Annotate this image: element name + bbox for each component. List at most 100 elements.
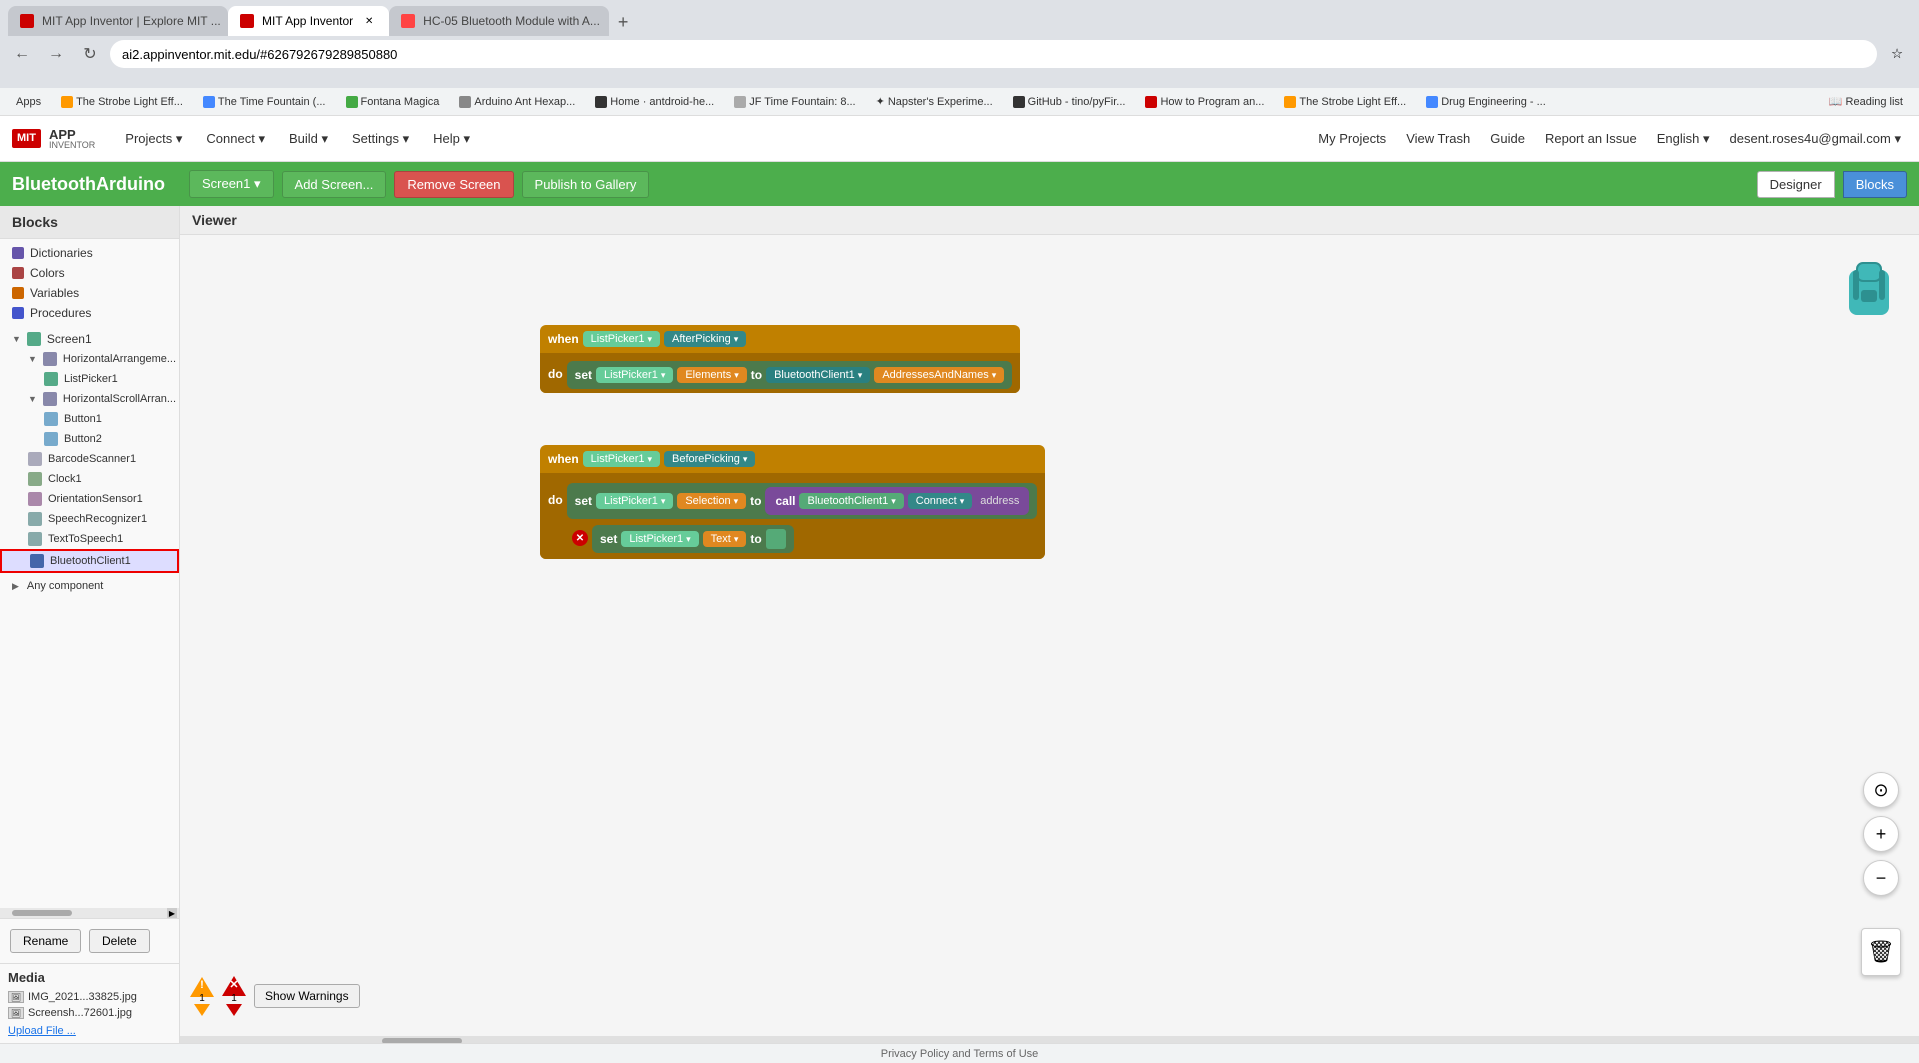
guide-link[interactable]: Guide: [1484, 129, 1531, 148]
call-connect-block[interactable]: call BluetoothClient1 ▾ Connect ▾: [765, 487, 1029, 515]
rename-button[interactable]: Rename: [10, 929, 81, 953]
bookmark-4[interactable]: Arduino Ant Hexap...: [451, 94, 583, 110]
designer-button[interactable]: Designer: [1757, 171, 1835, 198]
bookmark-apps[interactable]: Apps: [8, 94, 49, 110]
sidebar-item-listpicker1[interactable]: ListPicker1: [0, 369, 179, 389]
listpicker1-pill-3[interactable]: ListPicker1 ▾: [583, 451, 660, 467]
forward-button[interactable]: →: [42, 40, 70, 68]
elements-pill[interactable]: Elements ▾: [677, 367, 746, 383]
language-selector[interactable]: English ▾: [1651, 129, 1716, 149]
sidebar-item-procedures[interactable]: Procedures: [0, 303, 179, 323]
tab-3[interactable]: HC-05 Bluetooth Module with A... ✕: [389, 6, 609, 36]
nav-build[interactable]: Build ▾: [279, 127, 338, 151]
user-menu[interactable]: desent.roses4u@gmail.com ▾: [1724, 129, 1907, 149]
listpicker1-pill-1[interactable]: ListPicker1 ▾: [583, 331, 660, 347]
tab-1[interactable]: MIT App Inventor | Explore MIT ... ✕: [8, 6, 228, 36]
listpicker1-pill-5[interactable]: ListPicker1 ▾: [621, 531, 698, 547]
bookmark-7[interactable]: ✦ Napster's Experime...: [868, 93, 1001, 110]
sidebar-item-bluetooth[interactable]: BluetoothClient1: [0, 549, 179, 573]
canvas-scrollbar-thumb[interactable]: [382, 1038, 462, 1043]
block-afterpicking-container[interactable]: when ListPicker1 ▾ AfterPicking ▾ do: [540, 325, 1020, 393]
sidebar-item-tts[interactable]: TextToSpeech1: [0, 529, 179, 549]
addresses-pill[interactable]: AddressesAndNames ▾: [874, 367, 1004, 383]
nav-projects[interactable]: Projects ▾: [115, 127, 192, 151]
selection-pill[interactable]: Selection ▾: [677, 493, 746, 509]
remove-screen-button[interactable]: Remove Screen: [394, 171, 513, 198]
afterpicking-pill[interactable]: AfterPicking ▾: [664, 331, 746, 347]
sidebar-item-any-component[interactable]: ▶ Any component: [0, 577, 179, 595]
sidebar-scrollbar[interactable]: ▶: [0, 908, 179, 918]
text-value-slot[interactable]: [766, 529, 786, 549]
block-x-button[interactable]: ✕: [572, 530, 588, 546]
zoom-in-button[interactable]: +: [1863, 816, 1899, 852]
trash-button[interactable]: 🗑: [1861, 928, 1901, 976]
sidebar-item-speech[interactable]: SpeechRecognizer1: [0, 509, 179, 529]
sidebar-scrollbar-thumb[interactable]: [12, 910, 72, 916]
bookmark-button[interactable]: ☆: [1883, 40, 1911, 68]
horizontal-scroll-collapse-icon[interactable]: ▼: [28, 394, 37, 404]
bookmark-3[interactable]: Fontana Magica: [338, 94, 448, 110]
blocks-button[interactable]: Blocks: [1843, 171, 1907, 198]
sidebar-item-orientation[interactable]: OrientationSensor1: [0, 489, 179, 509]
sidebar-item-dictionaries[interactable]: Dictionaries: [0, 243, 179, 263]
backpack[interactable]: [1839, 255, 1899, 325]
sidebar-item-button1[interactable]: Button1: [0, 409, 179, 429]
sidebar-item-variables[interactable]: Variables: [0, 283, 179, 303]
upload-file-button[interactable]: Upload File ...: [8, 1025, 171, 1037]
show-warnings-button[interactable]: Show Warnings: [254, 984, 360, 1008]
listpicker1-pill-2[interactable]: ListPicker1 ▾: [596, 367, 673, 383]
connect-pill[interactable]: Connect ▾: [908, 493, 973, 509]
beforepicking-pill[interactable]: BeforePicking ▾: [664, 451, 755, 467]
sidebar-item-screen1[interactable]: ▼ Screen1: [0, 329, 179, 349]
my-projects-link[interactable]: My Projects: [1312, 129, 1392, 148]
delete-button[interactable]: Delete: [89, 929, 150, 953]
listpicker1-pill-4[interactable]: ListPicker1 ▾: [596, 493, 673, 509]
add-screen-button[interactable]: Add Screen...: [282, 171, 387, 198]
bookmark-10[interactable]: The Strobe Light Eff...: [1276, 94, 1414, 110]
screen1-collapse-icon[interactable]: ▼: [12, 334, 21, 344]
sidebar-scroll-right[interactable]: ▶: [167, 908, 177, 918]
bluetooth-pill-1[interactable]: BluetoothClient1 ▾: [766, 367, 870, 383]
new-tab-button[interactable]: +: [609, 8, 637, 36]
horizontal-arr-collapse-icon[interactable]: ▼: [28, 354, 37, 364]
set-elements-block[interactable]: set ListPicker1 ▾ Elements ▾ to: [567, 361, 1013, 389]
back-button[interactable]: ←: [8, 40, 36, 68]
set-text-block[interactable]: set ListPicker1 ▾ Text ▾ t: [592, 525, 794, 553]
address-input[interactable]: [110, 40, 1877, 68]
bookmark-5[interactable]: Home · antdroid-he...: [587, 94, 722, 110]
bookmark-11[interactable]: Drug Engineering - ...: [1418, 94, 1554, 110]
tab-2-close[interactable]: ✕: [361, 13, 377, 29]
bookmark-reading-list[interactable]: 📖 Reading list: [1821, 93, 1911, 110]
report-issue-link[interactable]: Report an Issue: [1539, 129, 1643, 148]
bookmark-3-label: Fontana Magica: [361, 96, 440, 108]
screen-selector[interactable]: Screen1 ▾: [189, 170, 274, 198]
view-trash-link[interactable]: View Trash: [1400, 129, 1476, 148]
bookmark-6[interactable]: JF Time Fountain: 8...: [726, 94, 863, 110]
set-selection-block[interactable]: set ListPicker1 ▾ Selection ▾: [567, 483, 1038, 519]
bookmark-2[interactable]: The Time Fountain (...: [195, 94, 334, 110]
tab-2[interactable]: MIT App Inventor ✕: [228, 6, 389, 36]
nav-connect[interactable]: Connect ▾: [196, 127, 275, 151]
bluetooth-pill-2[interactable]: BluetoothClient1 ▾: [799, 493, 903, 509]
sidebar-item-barcode[interactable]: BarcodeScanner1: [0, 449, 179, 469]
sidebar-item-button2[interactable]: Button2: [0, 429, 179, 449]
sidebar-item-colors[interactable]: Colors: [0, 263, 179, 283]
any-component-expand-icon[interactable]: ▶: [12, 581, 19, 592]
text-pill[interactable]: Text ▾: [703, 531, 747, 547]
canvas-scrollbar-h[interactable]: [180, 1036, 1919, 1043]
bookmark-1[interactable]: The Strobe Light Eff...: [53, 94, 191, 110]
bookmark-8[interactable]: GitHub - tino/pyFir...: [1005, 94, 1134, 110]
nav-settings[interactable]: Settings ▾: [342, 127, 419, 151]
refresh-button[interactable]: ↻: [76, 40, 104, 68]
block-beforepicking-container[interactable]: when ListPicker1 ▾ BeforePicking ▾: [540, 445, 1045, 559]
sidebar-item-clock[interactable]: Clock1: [0, 469, 179, 489]
target-button[interactable]: ⊙: [1863, 772, 1899, 808]
sidebar-item-horizontal-arr[interactable]: ▼ HorizontalArrangeme...: [0, 349, 179, 369]
sidebar-item-horizontal-scroll[interactable]: ▼ HorizontalScrollArran...: [0, 389, 179, 409]
zoom-out-button[interactable]: −: [1863, 860, 1899, 896]
publish-button[interactable]: Publish to Gallery: [522, 171, 650, 198]
nav-help[interactable]: Help ▾: [423, 127, 480, 151]
blocks-canvas[interactable]: when ListPicker1 ▾ AfterPicking ▾ do: [180, 235, 1919, 1036]
orientation-icon: [28, 492, 42, 506]
bookmark-9[interactable]: How to Program an...: [1137, 94, 1272, 110]
